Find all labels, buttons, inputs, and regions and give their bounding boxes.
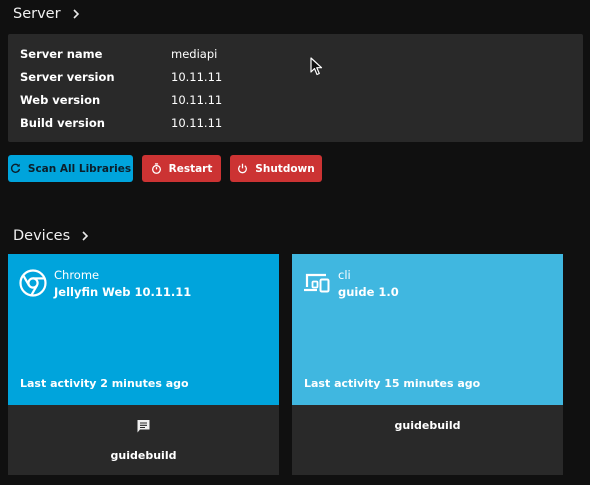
restart-label: Restart [168, 162, 213, 175]
device-card-header: Chrome Jellyfin Web 10.11.11 Last activi… [8, 254, 279, 405]
device-card-header: cli guide 1.0 Last activity 15 minutes a… [292, 254, 563, 405]
device-app: guide 1.0 [338, 285, 399, 299]
chevron-right-icon [72, 9, 79, 19]
timer-icon [151, 163, 161, 174]
restart-button[interactable]: Restart [142, 155, 221, 182]
server-version-value: 10.11.11 [171, 70, 223, 84]
server-section-link[interactable]: Server [13, 6, 81, 22]
device-name: cli [338, 268, 351, 282]
shutdown-button[interactable]: Shutdown [230, 155, 322, 182]
device-user: guidebuild [110, 449, 177, 462]
web-version-label: Web version [20, 93, 101, 107]
device-card-footer: guidebuild [8, 405, 279, 475]
server-section-title: Server [13, 6, 61, 22]
device-user: guidebuild [394, 419, 461, 432]
build-version-value: 10.11.11 [171, 116, 223, 130]
chevron-right-icon [82, 231, 89, 241]
refresh-icon [10, 163, 21, 173]
devices-icon [304, 273, 330, 293]
device-last-activity: Last activity 2 minutes ago [20, 377, 189, 390]
devices-section-link[interactable]: Devices [13, 228, 90, 244]
server-name-value: mediapi [171, 47, 218, 61]
server-name-label: Server name [20, 47, 103, 61]
mouse-cursor-icon [310, 57, 323, 76]
shutdown-label: Shutdown [255, 162, 315, 175]
build-version-label: Build version [20, 116, 105, 130]
web-version-value: 10.11.11 [171, 93, 223, 107]
device-name: Chrome [54, 268, 100, 282]
device-last-activity: Last activity 15 minutes ago [304, 377, 481, 390]
scan-all-libraries-label: Scan All Libraries [27, 162, 132, 175]
chrome-icon [19, 269, 47, 297]
server-version-label: Server version [20, 70, 115, 84]
device-card-cli[interactable]: cli guide 1.0 Last activity 15 minutes a… [292, 254, 563, 475]
devices-section-title: Devices [13, 228, 71, 244]
power-icon [238, 163, 248, 174]
message-icon [137, 420, 150, 433]
device-card-chrome[interactable]: Chrome Jellyfin Web 10.11.11 Last activi… [8, 254, 279, 475]
server-info-panel: Server name mediapi Server version 10.11… [8, 34, 583, 142]
device-card-footer: guidebuild [292, 405, 563, 475]
scan-all-libraries-button[interactable]: Scan All Libraries [8, 155, 133, 182]
device-app: Jellyfin Web 10.11.11 [54, 285, 192, 299]
